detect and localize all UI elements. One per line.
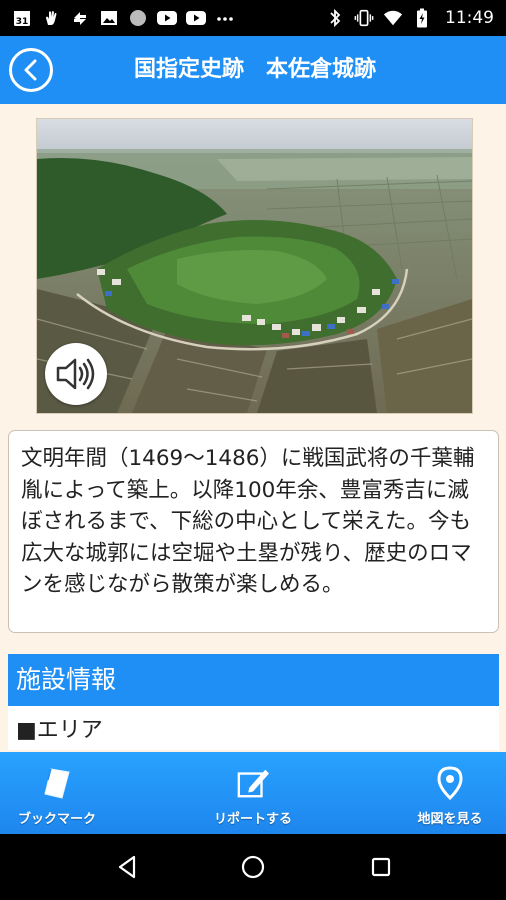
nav-recents-icon xyxy=(371,857,391,877)
bookmark-icon xyxy=(40,766,74,800)
status-bar: 31 11:49 xyxy=(0,0,506,36)
view-map-button[interactable]: 地図を見る xyxy=(402,752,498,834)
status-bar-right: 11:49 xyxy=(325,8,494,28)
status-bar-left: 31 xyxy=(12,8,235,28)
nav-back-button[interactable] xyxy=(112,852,142,882)
description-card: 文明年間（1469～1486）に戦国武将の千葉輔胤によって築上。以降100年余、… xyxy=(8,430,499,633)
audio-play-button[interactable] xyxy=(45,343,107,405)
battery-charging-icon xyxy=(412,8,432,28)
nav-home-icon xyxy=(241,855,265,879)
vibrate-icon xyxy=(354,8,374,28)
speaker-icon xyxy=(56,358,95,390)
sync-icon xyxy=(70,8,90,28)
page-title: 国指定史跡 本佐倉城跡 xyxy=(133,57,376,82)
chevron-left-icon xyxy=(24,59,37,81)
youtube-icon xyxy=(157,8,177,28)
more-icon xyxy=(215,8,235,28)
report-label: リポートする xyxy=(213,812,292,827)
castle-aerial-photo xyxy=(36,118,473,414)
calendar-icon: 31 xyxy=(12,8,32,28)
bluetooth-icon xyxy=(325,8,345,28)
calendar-day: 31 xyxy=(16,17,29,27)
report-button[interactable]: リポートする xyxy=(204,752,302,834)
status-time: 11:49 xyxy=(445,8,494,28)
facility-info-header: 施設情報 xyxy=(8,654,499,706)
bookmark-button[interactable]: ブックマーク xyxy=(8,752,106,834)
system-nav-bar xyxy=(0,834,506,900)
edit-icon xyxy=(236,766,270,800)
youtube-icon xyxy=(186,8,206,28)
area-label: ■エリア xyxy=(8,706,499,750)
nav-recents-button[interactable] xyxy=(366,852,396,882)
bottom-toolbar: ブックマーク リポートする 地図を見る xyxy=(0,752,506,834)
bookmark-label: ブックマーク xyxy=(17,812,96,827)
wifi-icon xyxy=(383,8,403,28)
circle-icon xyxy=(128,8,148,28)
hand-icon xyxy=(41,8,61,28)
back-button[interactable] xyxy=(9,48,53,92)
view-map-label: 地図を見る xyxy=(417,812,483,827)
nav-back-icon xyxy=(118,855,136,879)
image-icon xyxy=(99,8,119,28)
app-header: 国指定史跡 本佐倉城跡 xyxy=(0,36,506,104)
description-text: 文明年間（1469～1486）に戦国武将の千葉輔胤によって築上。以降100年余、… xyxy=(21,446,475,597)
map-pin-icon xyxy=(433,766,467,800)
nav-home-button[interactable] xyxy=(238,852,268,882)
